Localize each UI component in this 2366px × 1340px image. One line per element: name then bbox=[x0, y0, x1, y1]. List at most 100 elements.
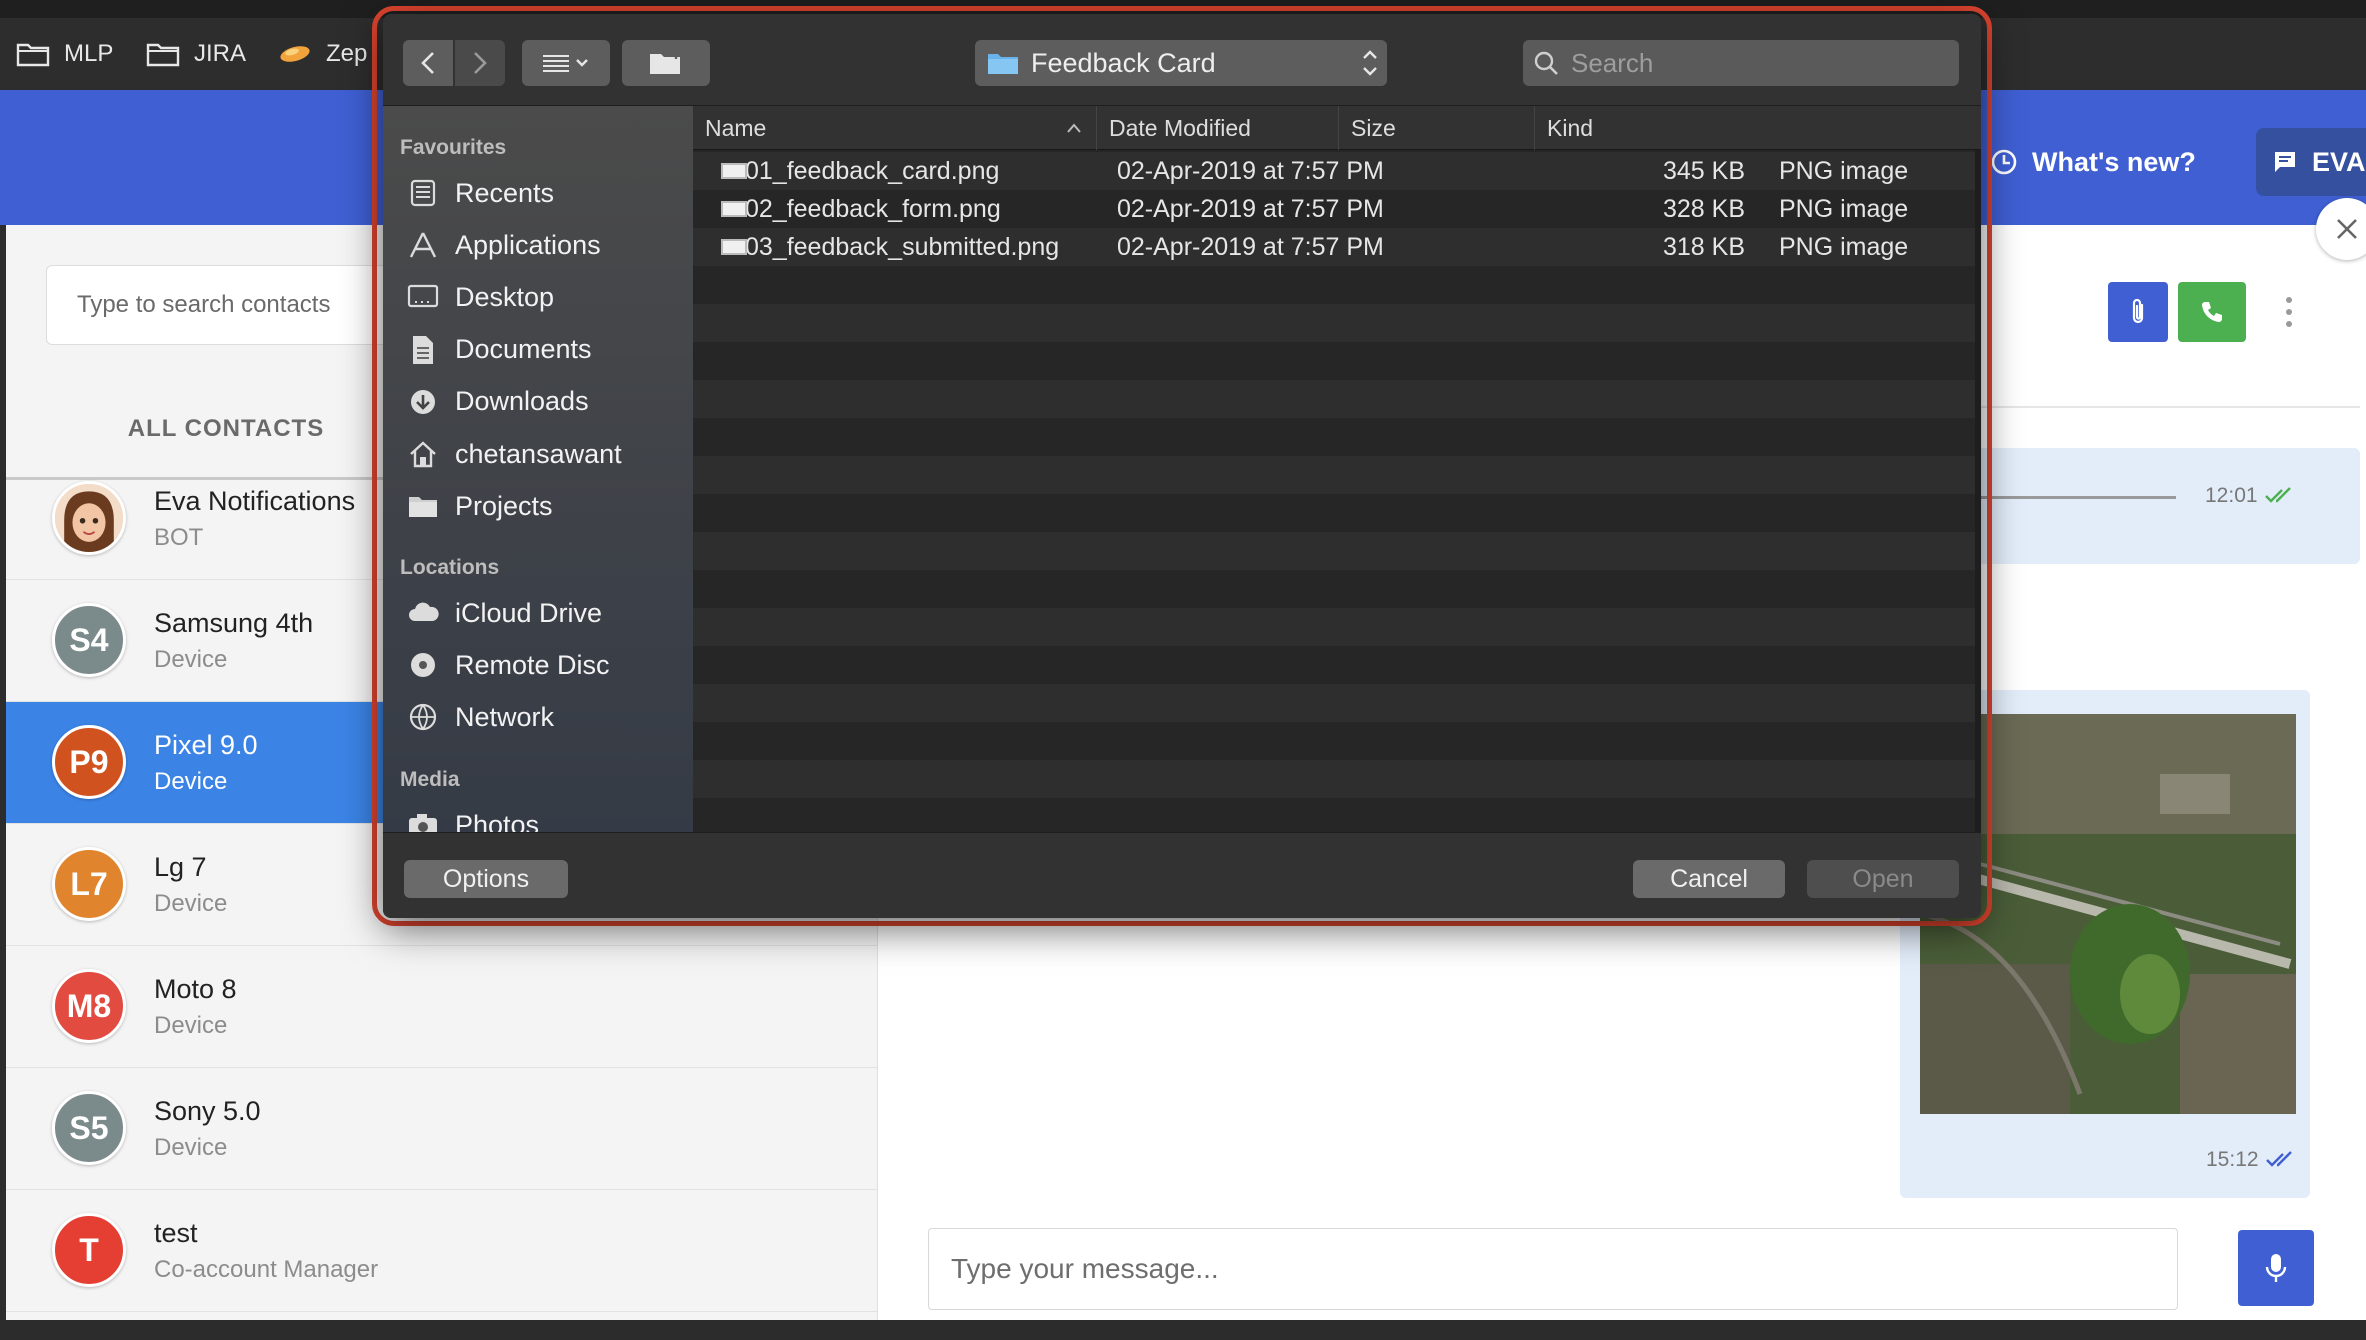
folder-icon bbox=[146, 43, 180, 67]
contact-name: Lg 7 bbox=[154, 852, 207, 882]
sidebar-item-remote-disc[interactable]: Remote Disc bbox=[405, 642, 610, 688]
whats-new-link[interactable]: What's new? bbox=[1990, 138, 2196, 186]
options-button[interactable]: Options bbox=[404, 860, 568, 898]
network-icon bbox=[405, 699, 441, 735]
sidebar-item-label: Documents bbox=[455, 334, 592, 365]
file-size-text: 328 KB bbox=[1662, 194, 1745, 223]
column-header-kind[interactable]: Kind bbox=[1535, 106, 1981, 150]
contact-item[interactable]: S5 Sony 5.0 Device bbox=[6, 1068, 878, 1190]
sidebar-item-desktop[interactable]: Desktop bbox=[405, 274, 554, 320]
avatar: P9 bbox=[52, 725, 126, 799]
dialog-search-field[interactable] bbox=[1523, 40, 1959, 86]
sort-ascending-icon bbox=[1067, 123, 1081, 133]
bookmark-mlp[interactable]: MLP bbox=[16, 18, 113, 90]
contact-subtitle: Device bbox=[154, 768, 228, 795]
downloads-icon bbox=[405, 384, 441, 420]
sidebar-item-documents[interactable]: Documents bbox=[405, 327, 592, 373]
home-icon bbox=[405, 436, 441, 472]
empty-row bbox=[693, 418, 1981, 456]
contact-subtitle: Device bbox=[154, 1012, 228, 1039]
search-icon bbox=[1534, 51, 1558, 75]
column-header-name[interactable]: Name bbox=[693, 106, 1097, 150]
sidebar-item-applications[interactable]: Applications bbox=[405, 222, 601, 268]
sidebar-section-heading: Favourites bbox=[400, 136, 507, 159]
png-file-icon bbox=[721, 239, 747, 255]
contact-name: Eva Notifications bbox=[154, 486, 356, 516]
empty-row bbox=[693, 456, 1981, 494]
bot-avatar bbox=[52, 481, 126, 555]
more-options-button[interactable] bbox=[2274, 286, 2304, 338]
empty-row bbox=[693, 646, 1981, 684]
bookmark-zeplin[interactable]: Zep bbox=[278, 18, 367, 90]
file-row[interactable]: 03_feedback_submitted.png 02-Apr-2019 at … bbox=[693, 228, 1981, 266]
contact-name: Samsung 4th bbox=[154, 608, 314, 638]
file-kind: PNG image bbox=[1779, 190, 1979, 228]
empty-row bbox=[693, 532, 1981, 570]
view-options-button[interactable] bbox=[522, 40, 610, 86]
file-kind-text: PNG image bbox=[1779, 194, 1909, 223]
message-timestamp: 12:01 bbox=[2205, 484, 2296, 508]
contact-subtitle: Device bbox=[154, 890, 228, 917]
sidebar-item-label: Network bbox=[455, 701, 555, 732]
file-kind: PNG image bbox=[1779, 228, 1979, 266]
sidebar-item-label: Projects bbox=[455, 490, 553, 521]
empty-row bbox=[693, 304, 1981, 342]
close-icon bbox=[2337, 219, 2357, 239]
png-file-icon bbox=[721, 163, 747, 179]
cancel-button[interactable]: Cancel bbox=[1633, 860, 1785, 898]
bookmark-label: Zep bbox=[326, 40, 368, 67]
sidebar-item-label: Remote Disc bbox=[455, 649, 610, 680]
file-row[interactable]: 02_feedback_form.png 02-Apr-2019 at 7:57 … bbox=[693, 190, 1981, 228]
file-name: 01_feedback_card.png bbox=[721, 152, 999, 190]
back-button[interactable] bbox=[403, 40, 453, 86]
applications-icon bbox=[405, 227, 441, 263]
file-size: 318 KB bbox=[1313, 228, 1745, 266]
timestamp-text: 15:12 bbox=[2206, 1148, 2259, 1171]
sidebar-item-label: Downloads bbox=[455, 386, 589, 417]
sidebar-item-chetansawant[interactable]: chetansawant bbox=[405, 431, 622, 477]
bookmark-label: MLP bbox=[64, 40, 114, 67]
forward-button[interactable] bbox=[455, 40, 505, 86]
contact-item[interactable]: Ttest Co-account Manager bbox=[6, 1190, 878, 1312]
eva-button[interactable]: EVA bbox=[2256, 128, 2366, 196]
location-popup-button[interactable]: Feedback Card bbox=[975, 40, 1387, 86]
microphone-button[interactable] bbox=[2238, 1230, 2314, 1306]
file-list-scrollbar[interactable] bbox=[1975, 150, 1981, 832]
column-header-date[interactable]: Date Modified bbox=[1097, 106, 1339, 150]
phone-icon bbox=[2202, 302, 2222, 322]
chat-divider bbox=[1980, 406, 2360, 408]
empty-row bbox=[693, 760, 1981, 798]
avatar: S5 bbox=[52, 1091, 126, 1165]
documents-icon bbox=[405, 332, 441, 368]
sidebar-item-icloud-drive[interactable]: iCloud Drive bbox=[405, 590, 602, 636]
contact-subtitle: BOT bbox=[154, 524, 204, 551]
bookmark-jira[interactable]: JIRA bbox=[146, 18, 246, 90]
avatar: T bbox=[52, 1213, 126, 1287]
empty-row bbox=[693, 684, 1981, 722]
message-input[interactable] bbox=[928, 1228, 2178, 1310]
sidebar-item-network[interactable]: Network bbox=[405, 694, 554, 740]
avatar: L7 bbox=[52, 847, 126, 921]
attach-button[interactable] bbox=[2108, 282, 2168, 342]
dialog-search-input[interactable] bbox=[1569, 46, 1949, 80]
empty-row bbox=[693, 266, 1981, 304]
double-check-icon bbox=[2264, 487, 2291, 503]
dialog-footer: Options Cancel Open bbox=[383, 832, 1981, 918]
microphone-icon bbox=[2265, 1254, 2287, 1282]
sidebar-item-recents[interactable]: Recents bbox=[405, 170, 554, 216]
open-button[interactable]: Open bbox=[1807, 860, 1959, 898]
column-header-size[interactable]: Size bbox=[1339, 106, 1535, 150]
file-size: 328 KB bbox=[1313, 190, 1745, 228]
zeplin-icon bbox=[280, 46, 310, 62]
sidebar-item-downloads[interactable]: Downloads bbox=[405, 379, 589, 425]
sidebar-item-projects[interactable]: Projects bbox=[405, 483, 553, 529]
new-folder-button[interactable] bbox=[622, 40, 710, 86]
audio-progress-track[interactable] bbox=[1980, 496, 2176, 499]
disc-icon bbox=[405, 647, 441, 683]
column-header-row: Name Date Modified Size Kind bbox=[693, 106, 1981, 150]
file-kind-text: PNG image bbox=[1779, 232, 1909, 261]
file-row[interactable]: 01_feedback_card.png 02-Apr-2019 at 7:57 … bbox=[693, 152, 1981, 190]
call-button[interactable] bbox=[2178, 282, 2246, 342]
contact-item[interactable]: M8 Moto 8 Device bbox=[6, 946, 878, 1068]
contact-subtitle: Device bbox=[154, 646, 228, 673]
